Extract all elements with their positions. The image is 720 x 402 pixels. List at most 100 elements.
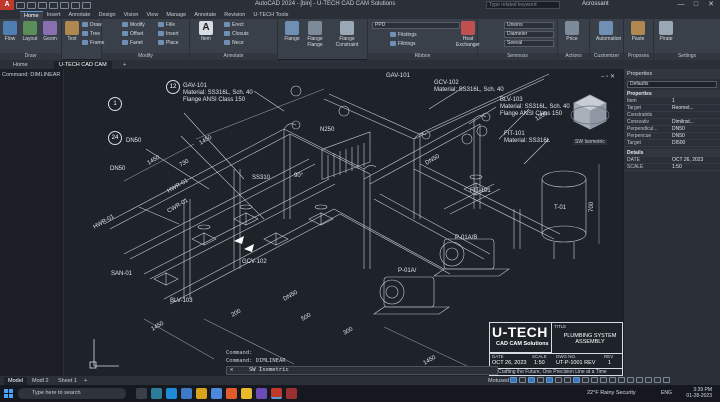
layout-tab-model[interactable]: Model bbox=[4, 377, 27, 385]
flange-button[interactable]: Flange bbox=[280, 21, 304, 42]
hardware-accel-icon[interactable] bbox=[627, 377, 634, 383]
property-row[interactable]: Perpendicul... DN50 bbox=[624, 126, 720, 133]
workspace-icon[interactable] bbox=[591, 377, 598, 383]
task-view-icon[interactable] bbox=[136, 388, 147, 399]
seal-dropdown[interactable]: Seeval bbox=[504, 40, 554, 47]
nece-button[interactable]: Nece bbox=[224, 40, 244, 46]
undo-icon[interactable] bbox=[71, 1, 80, 9]
teams-icon[interactable] bbox=[256, 388, 267, 399]
redo-icon[interactable] bbox=[82, 1, 91, 9]
details-section[interactable]: Details bbox=[624, 149, 720, 157]
filtrings-button[interactable]: Filtrings bbox=[390, 41, 416, 47]
new-file-icon[interactable] bbox=[16, 1, 25, 9]
actions-panel-label[interactable]: Actions bbox=[558, 53, 589, 60]
geom-button[interactable]: Geom bbox=[40, 21, 60, 42]
command-history-panel[interactable]: Command: DIMLINEAR bbox=[0, 69, 64, 376]
polar-toggle-icon[interactable] bbox=[537, 377, 544, 383]
ortho-toggle-icon[interactable] bbox=[528, 377, 535, 383]
tab-annotate[interactable]: Annotate bbox=[64, 11, 94, 19]
office-icon[interactable] bbox=[226, 388, 237, 399]
quick-properties-icon[interactable] bbox=[609, 377, 616, 383]
isolate-objects-icon[interactable] bbox=[618, 377, 625, 383]
save-as-icon[interactable] bbox=[49, 1, 58, 9]
autocad-taskbar-icon[interactable] bbox=[271, 388, 282, 399]
paste-button[interactable]: Paste bbox=[628, 21, 648, 42]
open-file-icon[interactable] bbox=[27, 1, 36, 9]
property-row[interactable]: Target Reomet... bbox=[624, 105, 720, 112]
command-input[interactable]: ✕ SW Isometric bbox=[226, 366, 498, 375]
settings-app-icon[interactable] bbox=[181, 388, 192, 399]
unions-dropdown[interactable]: Unions bbox=[504, 22, 554, 29]
edge-browser-icon[interactable] bbox=[166, 388, 177, 399]
settings-panel-label[interactable]: Settings bbox=[654, 53, 720, 60]
isometric-toggle-icon[interactable] bbox=[573, 377, 580, 383]
layout-button[interactable]: Layout bbox=[20, 21, 40, 42]
property-row[interactable]: Target DI500 bbox=[624, 140, 720, 147]
customize-status-icon[interactable] bbox=[645, 377, 652, 383]
tab-manage[interactable]: Manage bbox=[162, 11, 190, 19]
pirate-button[interactable]: Pirate bbox=[656, 21, 676, 42]
file-tab-utech[interactable]: U-TECH CAD CAM bbox=[54, 61, 112, 69]
price-button[interactable]: Price bbox=[562, 21, 582, 42]
tab-utech-tools[interactable]: U-TECH Tools bbox=[249, 11, 292, 19]
maximize-button[interactable]: □ bbox=[689, 0, 703, 10]
customizer-panel-label[interactable]: Customizer bbox=[590, 53, 623, 60]
units-icon[interactable] bbox=[600, 377, 607, 383]
tab-design[interactable]: Design bbox=[94, 11, 119, 19]
grid-toggle-icon[interactable] bbox=[510, 377, 517, 383]
detail-row[interactable]: DATE OCT 26, 2023 bbox=[624, 157, 720, 164]
search-input[interactable]: Type related keyword bbox=[486, 1, 560, 9]
property-row[interactable]: Perpencue DN50 bbox=[624, 133, 720, 140]
close-command-icon[interactable]: ✕ bbox=[230, 367, 233, 374]
insert-button[interactable]: Insert bbox=[158, 31, 179, 37]
taskbar-search[interactable]: Type here to search bbox=[18, 388, 126, 399]
close-button[interactable]: ✕ bbox=[704, 0, 718, 10]
proposes-panel-label[interactable]: Proposes bbox=[624, 53, 653, 60]
flow-button[interactable]: Flow bbox=[0, 21, 20, 42]
annotation-scale-icon[interactable] bbox=[582, 377, 589, 383]
draw-button[interactable]: Draw bbox=[82, 22, 102, 28]
fittings-button[interactable]: Fitstings bbox=[390, 32, 417, 38]
file-tab-home[interactable]: Home bbox=[8, 61, 33, 69]
ribbon-panel-label[interactable]: Ribbon bbox=[368, 53, 477, 60]
closuts-button[interactable]: Closuts bbox=[224, 31, 249, 37]
item-button[interactable]: A Item bbox=[196, 21, 216, 42]
autocad-logo-icon[interactable]: A bbox=[0, 0, 14, 10]
annotate-panel-label[interactable]: Annotate bbox=[190, 53, 277, 60]
text-button[interactable]: Text bbox=[62, 21, 82, 42]
draw-panel-label[interactable]: Draw bbox=[0, 53, 61, 60]
fanet-button[interactable]: Fanet bbox=[122, 40, 143, 46]
new-tab-button[interactable]: + bbox=[118, 61, 131, 69]
heat-exchanger-button[interactable]: Heat Exchanger bbox=[454, 21, 482, 48]
viewcube[interactable] bbox=[570, 91, 610, 143]
automation-button[interactable]: Automation bbox=[596, 21, 621, 42]
tree-button[interactable]: Tree bbox=[82, 31, 100, 37]
semnoss-panel-label[interactable]: Semnoss bbox=[478, 53, 557, 60]
property-row[interactable]: Consvativ Dimlinst... bbox=[624, 119, 720, 126]
erect-button[interactable]: Erect bbox=[224, 22, 244, 28]
minimize-button[interactable]: — bbox=[674, 0, 688, 10]
tray-weather[interactable]: 22°F Rainy Security bbox=[587, 390, 636, 396]
modify-panel-label[interactable]: Modify bbox=[102, 53, 189, 60]
otrack-toggle-icon[interactable] bbox=[555, 377, 562, 383]
file-explorer-icon[interactable] bbox=[196, 388, 207, 399]
tab-home[interactable]: Home bbox=[20, 11, 43, 19]
save-icon[interactable] bbox=[38, 1, 47, 9]
place-button[interactable]: Place bbox=[158, 40, 179, 46]
drawing-viewport[interactable]: 1 12 24 GAV-101 Material: SS316L, Sch. 4… bbox=[84, 69, 623, 376]
offset-button[interactable]: Offset bbox=[122, 31, 143, 37]
ppd-dropdown[interactable]: PPD bbox=[372, 22, 460, 29]
viewcube-label[interactable]: SW Isometric bbox=[573, 139, 607, 145]
snap-toggle-icon[interactable] bbox=[519, 377, 526, 383]
start-button[interactable] bbox=[4, 389, 13, 398]
tab-vision[interactable]: Vision bbox=[120, 11, 143, 19]
tab-insert[interactable]: Insert bbox=[43, 11, 65, 19]
widgets-icon[interactable] bbox=[151, 388, 162, 399]
lineweight-toggle-icon[interactable] bbox=[564, 377, 571, 383]
tray-clock[interactable]: 3:39 PM 01-28-2023 bbox=[680, 387, 712, 399]
modify-button[interactable]: Modify bbox=[122, 22, 145, 28]
osnap-toggle-icon[interactable] bbox=[546, 377, 553, 383]
diameter-dropdown[interactable]: Diameter bbox=[504, 31, 554, 38]
autocad-2-taskbar-icon[interactable] bbox=[286, 388, 297, 399]
flange-flange-button[interactable]: Flange Flange bbox=[302, 21, 328, 48]
